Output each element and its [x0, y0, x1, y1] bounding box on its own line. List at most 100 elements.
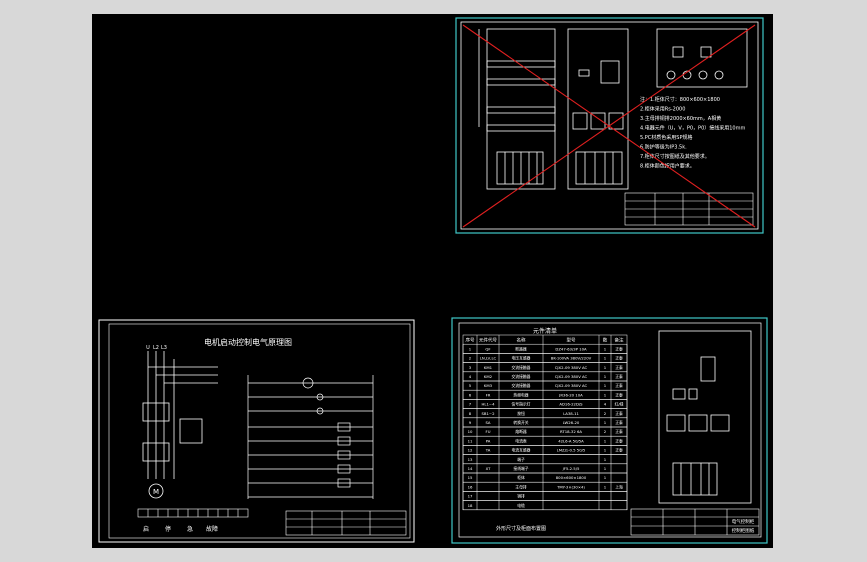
cad-canvas[interactable]: 注：1.柜体尺寸：800×600×1800 2.柜体采用Rs-2000 3.主母排铜…: [92, 14, 773, 548]
parts-table-header: 元件代号: [479, 337, 497, 344]
parts-table-cell: 铜排: [517, 494, 525, 499]
parts-table-cell: 正泰: [615, 374, 623, 379]
cabinet-layout-sheet: 注：1.柜体尺寸：800×600×1800 2.柜体采用Rs-2000 3.主母排铜…: [455, 17, 764, 234]
parts-table-cell: 红/绿: [615, 402, 624, 407]
parts-table-cell: 熔断器: [515, 429, 527, 434]
parts-table-cell: 9: [469, 420, 472, 425]
note-line: 注：1.柜体尺寸：800×600×1800: [640, 96, 720, 103]
title-block: [285, 510, 407, 536]
parts-table-cell: LA38-11: [563, 411, 579, 416]
cabinet-inner-view: [567, 28, 629, 190]
parts-table-cell: JR36-20 10A: [558, 392, 583, 397]
parts-table-cell: 2: [469, 356, 472, 361]
control-circuit: [247, 375, 374, 499]
parts-table-cell: 转换开关: [513, 420, 528, 425]
parts-table-cell: 正泰: [615, 392, 623, 397]
schematic-title: 电机启动控制电气原理图: [204, 337, 292, 347]
title-block: [624, 192, 754, 226]
terminal-labels: 启 停 急 故障: [143, 525, 218, 533]
parts-table-cell: 10: [468, 429, 473, 434]
terminal-label: 启: [143, 525, 149, 533]
parts-table-cell: 交流接触器: [512, 365, 531, 370]
parts-table-cell: 18: [468, 503, 473, 508]
parts-table-cell: 17: [468, 494, 473, 499]
parts-table-cell: 1: [604, 420, 607, 425]
parts-table-cell: 1: [604, 356, 607, 361]
parts-table-header: 型号: [567, 337, 576, 344]
parts-table-header: 备注: [615, 337, 624, 344]
terminal-strip: [137, 508, 249, 518]
parts-table-row: [462, 500, 628, 511]
cabinet-side-view: [478, 28, 556, 190]
note-line: 5.PC材质色采用SP规格: [640, 134, 692, 141]
parts-table-cell: 1: [604, 374, 607, 379]
terminal-label: 故障: [206, 525, 218, 533]
parts-table: 元件清单序号 元件代号 名称 型号 数备注 1 QF 断路器 DZ47-63/3P 10A 1 正泰…: [462, 327, 628, 511]
parts-table-cell: 1: [604, 346, 607, 351]
parts-table-cell: 正泰: [615, 438, 623, 443]
parts-table-cell: KM2: [484, 374, 493, 379]
parts-table-cell: 2: [604, 429, 607, 434]
phase-label: L2: [153, 345, 159, 351]
parts-table-cell: 正泰: [615, 365, 623, 370]
parts-table-cell: 信号指示灯: [512, 402, 531, 407]
parts-list-sheet: 元件清单序号 元件代号 名称 型号 数备注 1 QF 断路器 DZ47-63/3P 10A 1 正泰…: [451, 317, 768, 544]
parts-table-cell: 正泰: [615, 383, 623, 388]
parts-table-cell: 8: [469, 411, 472, 416]
parts-table-cell: 1: [604, 457, 607, 462]
parts-table-header: 数: [603, 337, 608, 344]
schematic-sheet: 电机启动控制电气原理图 U L2 L3 M 启 停 急 故障: [98, 319, 415, 543]
motor-label: M: [153, 488, 159, 496]
parts-table-cell: SA: [485, 420, 490, 425]
parts-table-cell: FR: [486, 392, 491, 397]
parts-table-cell: 正泰: [615, 429, 623, 434]
parts-table-cell: JF5-2.5/5: [562, 466, 580, 471]
parts-table-cell: 5: [469, 383, 472, 388]
parts-table-cell: 电流表: [515, 438, 527, 443]
parts-table-cell: 电流互感器: [512, 448, 531, 453]
terminal-label: 急: [187, 525, 193, 533]
parts-table-cell: 正泰: [615, 356, 623, 361]
parts-table-cell: 交流接触器: [512, 383, 531, 388]
parts-table-row: [462, 481, 628, 492]
parts-table-cell: CJX2-09 380V AC: [555, 374, 588, 379]
parts-table-cell: CJX2-09 380V AC: [555, 383, 588, 388]
parts-table-cell: 13: [468, 457, 473, 462]
parts-table-cell: TMY-3×(30×4): [556, 484, 585, 489]
parts-table-cell: 1: [604, 484, 607, 489]
parts-table-cell: 正泰: [615, 411, 623, 416]
parts-table-cell: 800×600×1800: [556, 475, 587, 480]
parts-table-cell: 正泰: [615, 420, 623, 425]
note-line: 3.主母排铜排2000×60mm，A相黄: [640, 115, 721, 122]
parts-table-cell: PA: [486, 438, 491, 443]
parts-table-cell: KM1: [484, 365, 493, 370]
parts-table-cell: FU: [486, 429, 491, 434]
parts-table-cell: XT: [486, 466, 492, 471]
parts-table-cell: LW26-20: [563, 420, 580, 425]
parts-table-cell: 端子: [517, 457, 525, 462]
parts-table-cell: 接线端子: [513, 466, 528, 471]
three-phase-bus: [142, 351, 218, 479]
parts-table-cell: 3: [469, 365, 472, 370]
parts-table-cell: SB1~2: [481, 411, 495, 416]
note-line: 2.柜体采用Rs-2000: [640, 106, 685, 113]
parts-table-cell: 1: [469, 346, 472, 351]
parts-table-cell: 2: [604, 411, 607, 416]
title-block-company: 电气控制柜: [732, 518, 755, 525]
parts-table-cell: 热继电器: [513, 392, 528, 397]
parts-table-cell: DZ47-63/3P 10A: [555, 346, 587, 351]
parts-table-row: [462, 472, 628, 483]
phase-label: U: [146, 345, 150, 351]
phase-label: L3: [161, 345, 167, 351]
parts-table-cell: 42L6-A 50/5A: [558, 438, 584, 443]
parts-table-row: [462, 454, 628, 465]
parts-footer: 外形尺寸及柜面布置图: [496, 525, 546, 532]
parts-table-cell: 15: [468, 475, 473, 480]
cabinet-front-view: [658, 330, 752, 504]
parts-table-cell: 14: [468, 466, 473, 471]
parts-table-header: 名称: [517, 337, 526, 344]
parts-table-cell: CJX2-09 380V AC: [555, 365, 588, 370]
parts-table-cell: 7: [469, 402, 472, 407]
parts-table-cell: 1: [604, 466, 607, 471]
parts-table-cell: 1: [604, 448, 607, 453]
